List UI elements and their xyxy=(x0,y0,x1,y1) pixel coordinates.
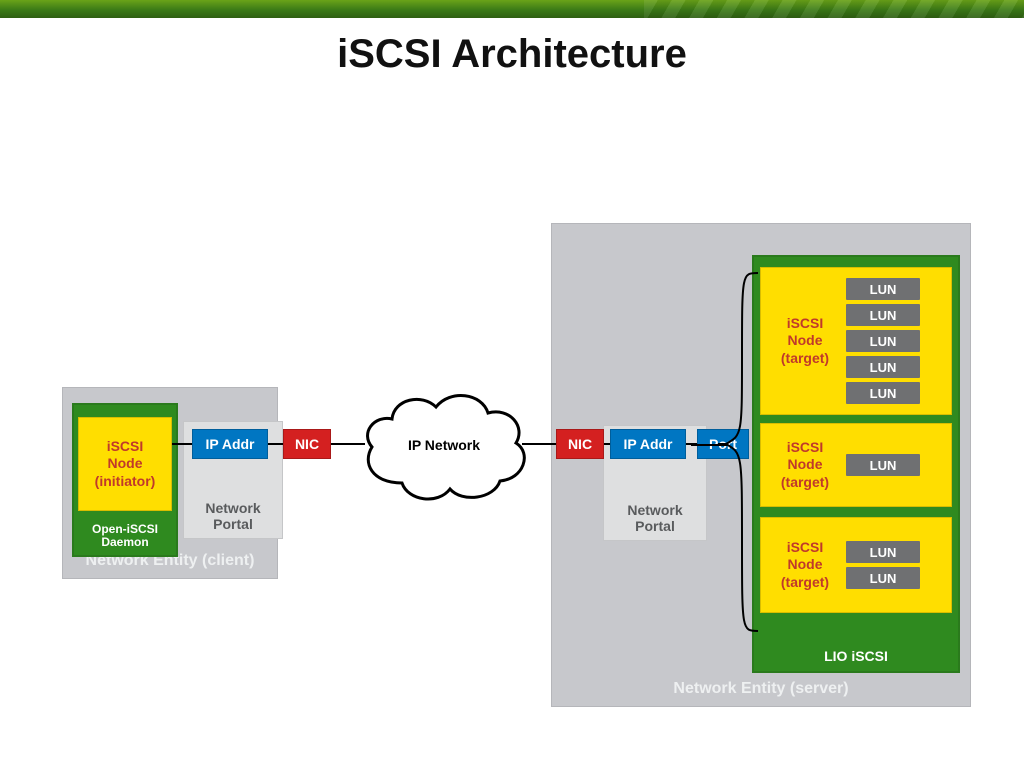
server-ip-addr: IP Addr xyxy=(610,429,686,459)
slide-title: iSCSI Architecture xyxy=(0,32,1024,77)
target-node-2-label: iSCSINode(target) xyxy=(760,539,846,592)
target-node-1: iSCSINode(target) LUN xyxy=(760,423,952,507)
lun: LUN xyxy=(846,567,920,589)
client-ip-addr: IP Addr xyxy=(192,429,268,459)
client-nic: NIC xyxy=(283,429,331,459)
lun: LUN xyxy=(846,330,920,352)
conn-nic-ipaddr-server xyxy=(604,443,610,445)
lun: LUN xyxy=(846,382,920,404)
open-iscsi-label: Open-iSCSIDaemon xyxy=(74,523,176,549)
lun: LUN xyxy=(846,356,920,378)
target-node-1-luns: LUN xyxy=(846,448,928,482)
ip-network-label: IP Network xyxy=(354,437,534,453)
target-node-0-luns: LUN LUN LUN LUN LUN xyxy=(846,272,928,410)
lun: LUN xyxy=(846,454,920,476)
port-targets-bracket-icon xyxy=(718,255,758,649)
lio-iscsi-label: LIO iSCSI xyxy=(754,648,958,664)
target-node-0-label: iSCSINode(target) xyxy=(760,315,846,368)
target-node-0: iSCSINode(target) LUN LUN LUN LUN LUN xyxy=(760,267,952,415)
ip-network-cloud-icon: IP Network xyxy=(354,383,534,515)
conn-port-bracket xyxy=(691,444,727,446)
conn-ipaddr-nic-client xyxy=(268,443,283,445)
server-nic: NIC xyxy=(556,429,604,459)
server-portal-label: NetworkPortal xyxy=(604,503,706,534)
lun: LUN xyxy=(846,541,920,563)
lun: LUN xyxy=(846,304,920,326)
initiator-label: iSCSINode(initiator) xyxy=(95,438,156,491)
target-node-2: iSCSINode(target) LUN LUN xyxy=(760,517,952,613)
diagram-stage: Network Entity (client) NetworkPortal Op… xyxy=(0,77,1024,765)
conn-initiator-ipaddr xyxy=(172,443,192,445)
slide-banner xyxy=(0,0,1024,18)
server-entity-label: Network Entity (server) xyxy=(552,680,970,698)
client-portal-label: NetworkPortal xyxy=(184,501,282,532)
lun: LUN xyxy=(846,278,920,300)
target-node-1-label: iSCSINode(target) xyxy=(760,439,846,492)
target-node-2-luns: LUN LUN xyxy=(846,535,928,595)
iscsi-initiator-node: iSCSINode(initiator) xyxy=(78,417,172,511)
